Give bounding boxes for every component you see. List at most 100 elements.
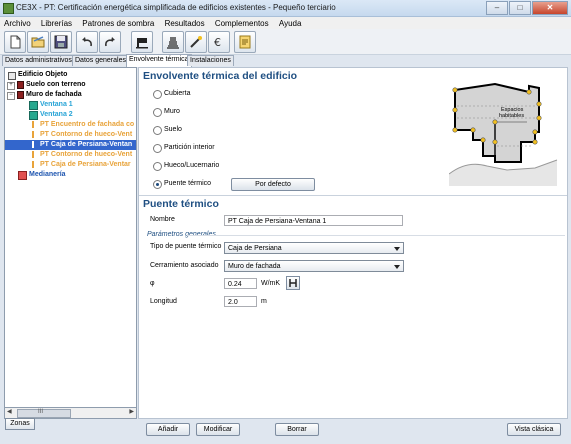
close-button[interactable]: ✕	[532, 1, 568, 15]
menu-complementos[interactable]: Complementos	[211, 17, 273, 29]
phi-label: φ	[150, 280, 155, 287]
radio-label-muro: Muro	[164, 108, 180, 115]
tab-envolvente-termica[interactable]: Envolvente térmica	[126, 54, 192, 67]
chevron-down-icon	[394, 247, 400, 251]
classic-view-button[interactable]: Vista clásica	[507, 423, 561, 436]
window-controls: – □ ✕	[485, 1, 568, 15]
phi-input[interactable]: 0.24	[224, 278, 257, 289]
delete-button[interactable]: Borrar	[275, 423, 319, 436]
radio-label-puente-termico: Puente térmico	[164, 180, 212, 187]
phi-catalog-button[interactable]	[286, 276, 300, 290]
radio-suelo[interactable]	[153, 126, 162, 135]
app-icon	[3, 3, 14, 14]
cerramiento-label: Cerramiento asociado	[150, 262, 219, 269]
phi-unit: W/mK	[261, 280, 281, 287]
main-panel: Envolvente térmica del edificio Cubierta…	[138, 67, 568, 419]
tab-datos-generales[interactable]: Datos generales	[72, 55, 129, 66]
thermal-bridge-icon	[32, 131, 34, 138]
tree-item-ventana-1[interactable]: Ventana 1	[40, 101, 73, 109]
menu-resultados[interactable]: Resultados	[161, 17, 209, 29]
tipo-puente-label: Tipo de puente térmico	[150, 243, 222, 250]
tab-instalaciones[interactable]: Instalaciones	[187, 55, 234, 66]
tree-item-suelo-con-terreno[interactable]: Suelo con terreno	[26, 81, 86, 89]
wand-button[interactable]	[185, 31, 207, 53]
diagram-label-habitables: habitables	[499, 113, 524, 119]
longitud-unit: m	[261, 298, 267, 305]
cerramiento-select[interactable]: Muro de fachada	[224, 260, 404, 272]
modify-button[interactable]: Modificar	[196, 423, 240, 436]
tree-item-medianeria[interactable]: Medianería	[29, 171, 66, 179]
tab-datos-administrativos[interactable]: Datos administrativos	[2, 55, 75, 66]
group-divider	[187, 235, 565, 236]
building-icon	[167, 37, 179, 49]
radio-hueco-lucernario[interactable]	[153, 162, 162, 171]
tree-item-muro-de-fachada[interactable]: Muro de fachada	[26, 91, 82, 99]
floor-icon	[17, 81, 24, 89]
cerramiento-value: Muro de fachada	[228, 263, 281, 270]
save-button[interactable]	[50, 31, 72, 53]
tree-item-pt-contorno-hueco-1[interactable]: PT Contorno de hueco-Vent	[40, 131, 132, 139]
scroll-left-icon[interactable]: ◀	[7, 409, 12, 416]
nombre-input[interactable]: PT Caja de Persiana-Ventana 1	[224, 215, 403, 226]
window-icon	[29, 111, 38, 120]
undo-button[interactable]	[76, 31, 98, 53]
party-wall-icon	[18, 171, 27, 180]
thermal-bridge-icon	[32, 141, 34, 148]
menu-archivo[interactable]: Archivo	[0, 17, 35, 29]
new-file-button[interactable]	[4, 31, 26, 53]
flag-icon	[136, 38, 148, 49]
wand-icon	[190, 36, 202, 48]
longitud-input[interactable]: 2.0	[224, 296, 257, 307]
open-folder-icon	[31, 36, 44, 48]
menu-ayuda[interactable]: Ayuda	[275, 17, 306, 29]
expand-icon[interactable]: +	[7, 82, 15, 90]
zonas-button[interactable]: Zonas	[5, 418, 35, 430]
tipo-puente-select[interactable]: Caja de Persiana	[224, 242, 404, 254]
document-button[interactable]	[234, 31, 256, 53]
tree-panel: Edificio Objeto + Suelo con terreno − Mu…	[4, 67, 137, 419]
envolvente-title: Envolvente térmica del edificio	[143, 70, 298, 82]
scroll-thumb[interactable]: III	[17, 409, 71, 418]
euro-button[interactable]: €	[208, 31, 230, 53]
thermal-bridge-icon	[32, 151, 34, 158]
flag-button[interactable]	[131, 31, 153, 53]
maximize-button[interactable]: □	[509, 1, 531, 15]
menu-librerias[interactable]: Librerías	[37, 17, 76, 29]
building-button[interactable]	[162, 31, 184, 53]
tipo-puente-value: Caja de Persiana	[228, 245, 282, 252]
bridge-catalog-icon	[289, 279, 297, 287]
minimize-button[interactable]: –	[486, 1, 508, 15]
wall-icon	[17, 91, 24, 99]
radio-label-suelo: Suelo	[164, 126, 182, 133]
nombre-label: Nombre	[150, 216, 175, 223]
radio-muro[interactable]	[153, 108, 162, 117]
radio-puente-termico[interactable]	[153, 180, 162, 189]
window-title: CE3X - PT: Certificación energética simp…	[16, 3, 336, 12]
redo-icon	[105, 37, 115, 47]
radio-cubierta[interactable]	[153, 90, 162, 99]
scroll-right-icon[interactable]: ▶	[129, 409, 134, 416]
tree-item-pt-caja-persiana-2[interactable]: PT Caja de Persiana-Ventar	[40, 161, 131, 169]
menu-bar: Archivo Librerías Patrones de sombra Res…	[0, 17, 571, 29]
tree-item-pt-caja-persiana-1[interactable]: PT Caja de Persiana-Ventan	[40, 141, 132, 149]
undo-icon	[82, 37, 92, 47]
svg-text:€: €	[214, 36, 221, 49]
open-button[interactable]	[27, 31, 49, 53]
new-file-icon	[10, 35, 20, 49]
tree-root-edificio-objeto[interactable]: Edificio Objeto	[18, 71, 67, 79]
radio-label-hueco-lucernario: Hueco/Lucernario	[164, 162, 220, 169]
redo-button[interactable]	[99, 31, 121, 53]
building-diagram-image: Espacios habitables	[449, 82, 558, 186]
document-icon	[239, 35, 251, 49]
add-button[interactable]: Añadir	[146, 423, 190, 436]
radio-particion-interior[interactable]	[153, 144, 162, 153]
tree-item-ventana-2[interactable]: Ventana 2	[40, 111, 73, 119]
tree-item-pt-encuentro-fachada[interactable]: PT Encuentro de fachada co	[40, 121, 134, 129]
tree-item-pt-contorno-hueco-2[interactable]: PT Contorno de hueco-Vent	[40, 151, 132, 159]
por-defecto-button[interactable]: Por defecto	[231, 178, 315, 191]
building-tree-icon	[8, 72, 16, 80]
collapse-icon[interactable]: −	[7, 92, 15, 100]
save-icon	[54, 35, 68, 49]
menu-patrones-de-sombra[interactable]: Patrones de sombra	[78, 17, 158, 29]
window-icon	[29, 101, 38, 110]
